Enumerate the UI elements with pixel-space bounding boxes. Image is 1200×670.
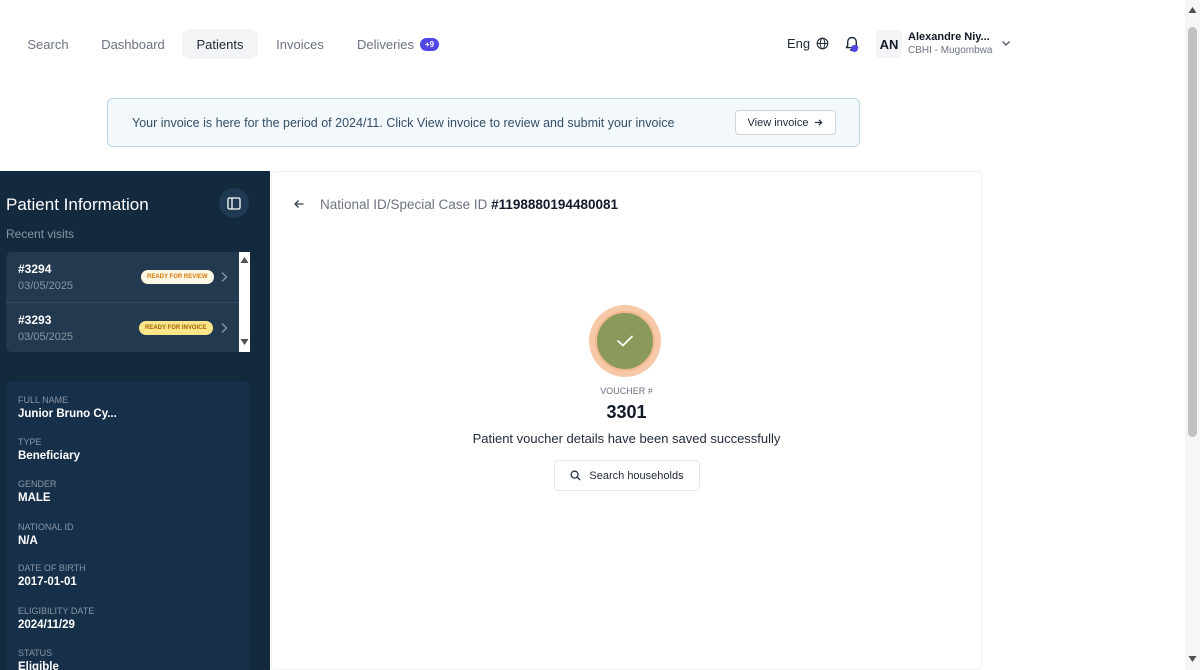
success-message: Patient voucher details have been saved … (472, 431, 781, 446)
tab-label: Search (27, 36, 69, 52)
tab-label: Dashboard (101, 36, 165, 52)
user-name: Alexandre Niy... (908, 31, 990, 43)
sidebar-title: Patient Information (6, 195, 149, 214)
deliveries-count-badge: +9 (420, 37, 440, 51)
tab-deliveries[interactable]: Deliveries +9 (350, 29, 446, 59)
user-organization: CBHI - Mugombwa (908, 45, 993, 56)
avatar[interactable]: AN (876, 30, 902, 58)
recent-visits-list: #3294 03/05/2025 READY FOR REVIEW #3293 … (6, 252, 250, 352)
tab-dashboard[interactable]: Dashboard (94, 29, 172, 59)
invoice-banner: Your invoice is here for the period of 2… (107, 98, 860, 147)
scrollbar-thumb[interactable] (1188, 27, 1197, 437)
sidebar-toggle-button[interactable] (219, 188, 249, 218)
field-label-type: TYPE (18, 437, 42, 447)
scroll-down-arrow-icon[interactable] (1188, 655, 1197, 663)
visit-date: 03/05/2025 (18, 280, 74, 292)
tab-patients[interactable]: Patients (182, 29, 258, 59)
success-indicator (589, 305, 661, 377)
arrow-right-icon (815, 119, 823, 126)
field-label-national-id: NATIONAL ID (18, 522, 74, 532)
patient-details: FULL NAME Junior Bruno Cy... TYPE Benefi… (6, 381, 250, 670)
field-value-eligibility-date: 2024/11/29 (18, 619, 75, 631)
field-value-status: Eligible (18, 661, 59, 670)
status-badge: READY FOR INVOICE (139, 321, 213, 335)
id-value: #1198880194480081 (491, 197, 618, 212)
voucher-number: 3301 (606, 402, 647, 422)
scroll-up-arrow-icon[interactable] (1188, 6, 1197, 14)
top-navigation: Search Dashboard Patients Invoices Deliv… (0, 0, 1185, 88)
tab-search[interactable]: Search (18, 29, 78, 59)
checkmark-icon (617, 335, 633, 347)
field-value-type: Beneficiary (18, 450, 81, 462)
scroll-up-arrow-icon[interactable] (240, 256, 249, 264)
visits-scrollbar[interactable] (239, 252, 250, 352)
page-scrollbar[interactable] (1185, 0, 1200, 670)
search-households-button[interactable]: Search households (554, 460, 700, 491)
search-households-label: Search households (589, 469, 684, 482)
chevron-right-icon (221, 323, 228, 333)
tab-label: Patients (196, 36, 244, 52)
scroll-down-arrow-icon[interactable] (240, 338, 249, 346)
field-label-status: STATUS (18, 648, 53, 658)
visit-item[interactable]: #3293 03/05/2025 READY FOR INVOICE (6, 302, 239, 352)
field-value-full-name: Junior Bruno Cy... (18, 408, 117, 420)
field-value-date-of-birth: 2017-01-01 (18, 576, 77, 588)
visit-date: 03/05/2025 (18, 331, 74, 343)
language-selector[interactable]: Eng (787, 36, 829, 51)
visit-id: #3293 (18, 313, 52, 327)
view-invoice-button[interactable]: View invoice (735, 110, 836, 135)
visit-id: #3294 (18, 262, 52, 276)
arrow-left-icon[interactable] (293, 198, 305, 210)
field-value-national-id: N/A (18, 535, 38, 547)
sidebar-panel-icon (227, 196, 241, 210)
field-label-eligibility-date: ELIGIBILITY DATE (18, 606, 95, 616)
patient-id-heading: National ID/Special Case ID #11988801944… (320, 197, 618, 212)
tab-label: Deliveries (356, 36, 415, 52)
view-invoice-label: View invoice (747, 116, 809, 129)
field-value-gender: MALE (18, 492, 51, 504)
field-label-date-of-birth: DATE OF BIRTH (18, 563, 86, 573)
chevron-down-icon[interactable] (1001, 38, 1011, 48)
recent-visits-label: Recent visits (6, 227, 75, 241)
notification-dot (851, 45, 858, 52)
search-icon (570, 470, 581, 481)
tab-invoices[interactable]: Invoices (268, 29, 332, 59)
language-label: Eng (787, 36, 811, 51)
field-label-full-name: FULL NAME (18, 395, 69, 405)
voucher-result-panel: National ID/Special Case ID #11988801944… (271, 171, 982, 670)
voucher-label: VOUCHER # (600, 386, 653, 396)
tab-label: Invoices (276, 36, 324, 52)
id-label: National ID/Special Case ID (320, 197, 488, 212)
field-label-gender: GENDER (18, 479, 57, 489)
patient-sidebar: Patient Information Recent visits #3294 … (0, 171, 270, 670)
visit-item[interactable]: #3294 03/05/2025 READY FOR REVIEW (6, 252, 239, 302)
chevron-right-icon (221, 272, 228, 282)
banner-message: Your invoice is here for the period of 2… (132, 116, 675, 130)
status-badge: READY FOR REVIEW (141, 270, 214, 284)
globe-icon (816, 37, 829, 50)
